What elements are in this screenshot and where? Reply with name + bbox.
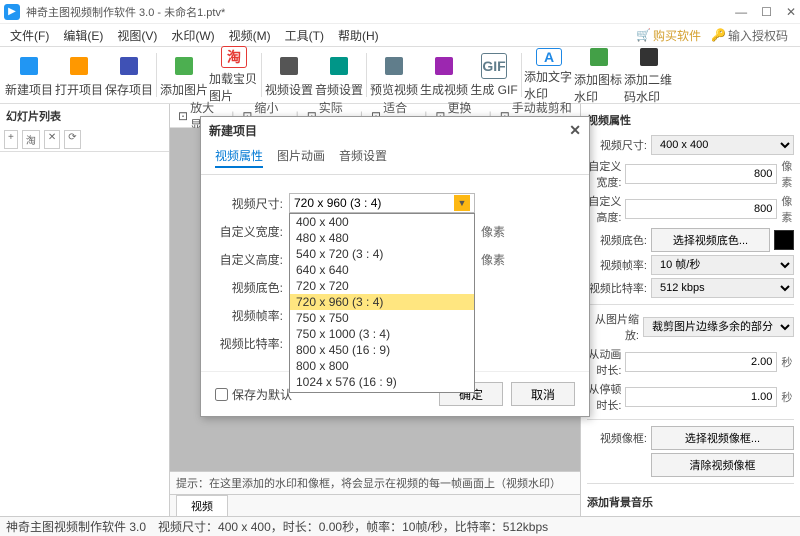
prop-frame-clear[interactable]: 清除视频像框 bbox=[651, 453, 794, 477]
menu-file[interactable]: 文件(F) bbox=[4, 25, 55, 46]
buy-link[interactable]: 🛒 购买软件 bbox=[636, 27, 701, 44]
dlg-video-size-list[interactable]: 400 x 400480 x 480540 x 720 (3 : 4)640 x… bbox=[289, 213, 475, 393]
menu-view[interactable]: 视图(V) bbox=[111, 25, 163, 46]
video-size-option[interactable]: 750 x 1000 (3 : 4) bbox=[290, 326, 474, 342]
menu-edit[interactable]: 编辑(E) bbox=[57, 25, 109, 46]
load-baby-image-icon: 淘 bbox=[221, 46, 247, 68]
video-size-option[interactable]: 1024 x 576 (16 : 9) bbox=[290, 374, 474, 390]
slides-panel-header: 幻灯片列表 bbox=[0, 104, 169, 128]
video-size-option[interactable]: 720 x 720 bbox=[290, 278, 474, 294]
save-project-button[interactable]: 保存项目 bbox=[104, 48, 154, 102]
dlg-cancel-button[interactable]: 取消 bbox=[511, 382, 575, 406]
hint-bar: 提示：在这里添加的水印和像框，将会显示在视频的每一帧画面上（视频水印） bbox=[170, 471, 580, 494]
video-settings-button[interactable]: 视频设置 bbox=[264, 48, 314, 102]
slides-tool[interactable]: 淘 bbox=[22, 130, 40, 149]
generate-video-button[interactable]: 生成视频 bbox=[419, 48, 469, 102]
video-size-option[interactable]: 800 x 450 (16 : 9) bbox=[290, 342, 474, 358]
dlg-save-default[interactable]: 保存为默认 bbox=[215, 386, 292, 403]
dialog-tab-audio[interactable]: 音频设置 bbox=[339, 145, 387, 168]
video-settings-icon bbox=[276, 53, 302, 79]
audio-settings-icon bbox=[326, 53, 352, 79]
main-toolbar: 新建项目打开项目保存项目添加图片淘加载宝贝图片视频设置音频设置预览视频生成视频G… bbox=[0, 46, 800, 104]
minimize-button[interactable]: — bbox=[735, 5, 747, 19]
add-image-watermark-icon bbox=[586, 45, 612, 69]
generate-video-icon bbox=[431, 53, 457, 79]
prop-anim-dur[interactable] bbox=[625, 352, 777, 372]
menu-tools[interactable]: 工具(T) bbox=[279, 25, 330, 46]
dialog-tab-anim[interactable]: 图片动画 bbox=[277, 145, 325, 168]
generate-gif-button[interactable]: GIF生成 GIF bbox=[469, 48, 519, 102]
dialog-title: 新建项目 bbox=[209, 122, 257, 139]
prop-video-size[interactable]: 400 x 400 bbox=[651, 135, 794, 155]
prop-custom-height[interactable] bbox=[625, 199, 777, 219]
prop-custom-width[interactable] bbox=[625, 164, 777, 184]
video-size-option[interactable]: 540 x 720 (3 : 4) bbox=[290, 246, 474, 262]
add-text-watermark-button[interactable]: A添加文字水印 bbox=[524, 48, 574, 102]
dialog-close-icon[interactable]: ✕ bbox=[569, 122, 581, 139]
dlg-video-size-combo[interactable]: 720 x 960 (3 : 4) ▼ 400 x 400480 x 48054… bbox=[289, 193, 475, 213]
prop-frame-select[interactable]: 选择视频像框... bbox=[651, 426, 794, 450]
add-qr-watermark-button[interactable]: 添加二维码水印 bbox=[624, 48, 674, 102]
bgcolor-swatch[interactable] bbox=[774, 230, 794, 250]
zoom-in-icon: ⊡ bbox=[178, 109, 188, 123]
window-title: 神奇主图视频制作软件 3.0 - 未命名1.ptv* bbox=[26, 4, 735, 20]
maximize-button[interactable]: ☐ bbox=[761, 5, 772, 19]
new-project-dialog: 新建项目 ✕ 视频属性 图片动画 音频设置 视频尺寸: 720 x 960 (3… bbox=[200, 116, 590, 417]
prop-stay-dur[interactable] bbox=[625, 387, 777, 407]
chevron-down-icon[interactable]: ▼ bbox=[454, 195, 470, 211]
slides-tool[interactable]: ⟳ bbox=[64, 130, 80, 149]
prop-bitrate[interactable]: 512 kbps bbox=[651, 278, 794, 298]
video-size-option[interactable]: 720 x 960 (3 : 4) bbox=[290, 294, 474, 310]
close-button[interactable]: ✕ bbox=[786, 5, 796, 19]
slides-tool[interactable]: ✕ bbox=[44, 130, 60, 149]
titlebar: ▶ 神奇主图视频制作软件 3.0 - 未命名1.ptv* — ☐ ✕ bbox=[0, 0, 800, 24]
audio-settings-button[interactable]: 音频设置 bbox=[314, 48, 364, 102]
add-image-icon bbox=[171, 53, 197, 79]
add-image-button[interactable]: 添加图片 bbox=[159, 48, 209, 102]
properties-header: 视频属性 bbox=[587, 108, 794, 132]
dialog-tab-video[interactable]: 视频属性 bbox=[215, 145, 263, 168]
slides-panel: 幻灯片列表 +淘✕⟳ bbox=[0, 104, 170, 516]
load-baby-image-button[interactable]: 淘加载宝贝图片 bbox=[209, 48, 259, 102]
app-icon: ▶ bbox=[4, 4, 20, 20]
save-project-icon bbox=[116, 53, 142, 79]
new-project-button[interactable]: 新建项目 bbox=[4, 48, 54, 102]
menubar: 文件(F) 编辑(E) 视图(V) 水印(W) 视频(M) 工具(T) 帮助(H… bbox=[0, 24, 800, 46]
tab-video[interactable]: 视频 bbox=[176, 495, 228, 516]
preview-video-icon bbox=[381, 53, 407, 79]
license-link[interactable]: 🔑 输入授权码 bbox=[711, 27, 788, 44]
video-size-option[interactable]: 480 x 480 bbox=[290, 230, 474, 246]
add-image-watermark-button[interactable]: 添加图标水印 bbox=[574, 48, 624, 102]
video-size-option[interactable]: 1280 x 720 (16 : 9) bbox=[290, 390, 474, 393]
prop-fps[interactable]: 10 帧/秒 bbox=[651, 255, 794, 275]
slides-tool[interactable]: + bbox=[4, 130, 18, 149]
prop-bgcolor-btn[interactable]: 选择视频底色... bbox=[651, 228, 770, 252]
video-size-option[interactable]: 400 x 400 bbox=[290, 214, 474, 230]
new-project-icon bbox=[16, 53, 42, 79]
menu-watermark[interactable]: 水印(W) bbox=[165, 25, 220, 46]
open-project-icon bbox=[66, 53, 92, 79]
open-project-button[interactable]: 打开项目 bbox=[54, 48, 104, 102]
properties-panel: 视频属性 视频尺寸:400 x 400 自定义宽度:像素 自定义高度:像素 视频… bbox=[580, 104, 800, 516]
add-qr-watermark-icon bbox=[636, 45, 662, 69]
video-size-option[interactable]: 640 x 640 bbox=[290, 262, 474, 278]
menu-video[interactable]: 视频(M) bbox=[223, 25, 277, 46]
status-app: 神奇主图视频制作软件 3.0 bbox=[6, 518, 146, 535]
prop-scale-mode[interactable]: 裁剪图片边缘多余的部分 bbox=[643, 317, 794, 337]
add-text-watermark-icon: A bbox=[536, 48, 562, 66]
statusbar: 神奇主图视频制作软件 3.0 视频尺寸：400 x 400，时长：0.00秒，帧… bbox=[0, 516, 800, 536]
video-size-option[interactable]: 800 x 800 bbox=[290, 358, 474, 374]
preview-video-button[interactable]: 预览视频 bbox=[369, 48, 419, 102]
menu-help[interactable]: 帮助(H) bbox=[332, 25, 385, 46]
video-size-option[interactable]: 750 x 750 bbox=[290, 310, 474, 326]
status-info: 视频尺寸：400 x 400，时长：0.00秒，帧率：10帧/秒，比特率：512… bbox=[158, 518, 548, 535]
generate-gif-icon: GIF bbox=[481, 53, 507, 79]
